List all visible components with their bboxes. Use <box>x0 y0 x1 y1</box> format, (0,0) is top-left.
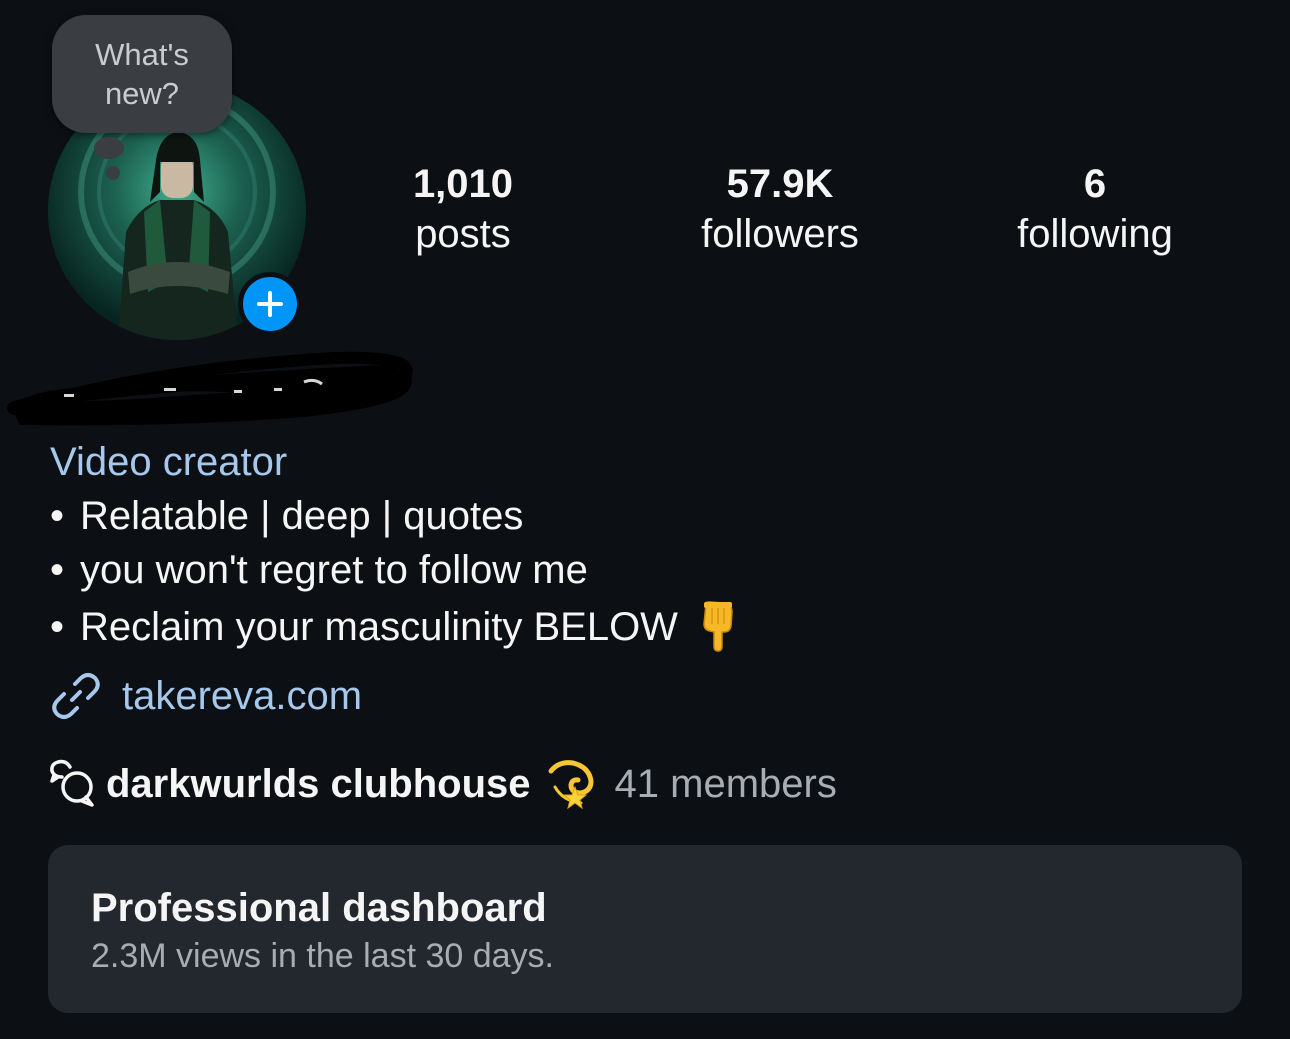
posts-stat[interactable]: 1,010 posts <box>388 160 538 260</box>
bio-line: • you won't regret to follow me <box>50 546 588 594</box>
note-text: What's new? <box>95 37 189 111</box>
note-bubble-tail-dot <box>106 166 120 180</box>
posts-label: posts <box>415 212 511 256</box>
bio-line: • Relatable | deep | quotes <box>50 492 523 540</box>
note-bubble-tail <box>94 137 124 159</box>
dashboard-subtitle: 2.3M views in the last 30 days. <box>91 937 555 975</box>
link-text[interactable]: takereva.com <box>122 674 362 719</box>
note-bubble[interactable]: What's new? <box>52 15 232 133</box>
following-stat[interactable]: 6 following <box>995 160 1195 260</box>
link-icon <box>50 670 102 722</box>
chat-bubbles-icon <box>48 759 98 809</box>
followers-label: followers <box>701 212 859 256</box>
following-label: following <box>1017 212 1173 256</box>
channel-members-count: 41 members <box>614 761 837 806</box>
channel-name: darkwurlds clubhouse <box>106 761 531 806</box>
posts-count: 1,010 <box>412 162 514 206</box>
professional-dashboard-card[interactable]: Professional dashboard 2.3M views in the… <box>48 845 1242 1013</box>
plus-icon <box>257 291 283 317</box>
add-story-button[interactable] <box>238 272 302 336</box>
bio-bullet: • <box>50 548 65 592</box>
followers-count: 57.9K <box>726 162 834 206</box>
broadcast-channel[interactable]: darkwurlds clubhouse 41 members <box>48 758 837 810</box>
bio-line: • Reclaim your masculinity BELOW <box>50 600 738 652</box>
bio-text: Reclaim your masculinity BELOW <box>80 605 678 649</box>
bio-text: Relatable | deep | quotes <box>80 494 524 538</box>
profile-link[interactable]: takereva.com <box>50 670 362 722</box>
profile-category: Video creator <box>50 440 288 484</box>
dizzy-emoji-icon <box>545 757 599 811</box>
bio-bullet: • <box>50 605 65 649</box>
pointing-down-emoji-icon <box>698 600 738 652</box>
following-count: 6 <box>1083 162 1107 206</box>
bio-bullet: • <box>50 494 65 538</box>
followers-stat[interactable]: 57.9K followers <box>665 160 895 260</box>
dashboard-title: Professional dashboard <box>91 886 547 930</box>
redacted-profile-name <box>4 338 424 428</box>
bio-text: you won't regret to follow me <box>80 548 588 592</box>
